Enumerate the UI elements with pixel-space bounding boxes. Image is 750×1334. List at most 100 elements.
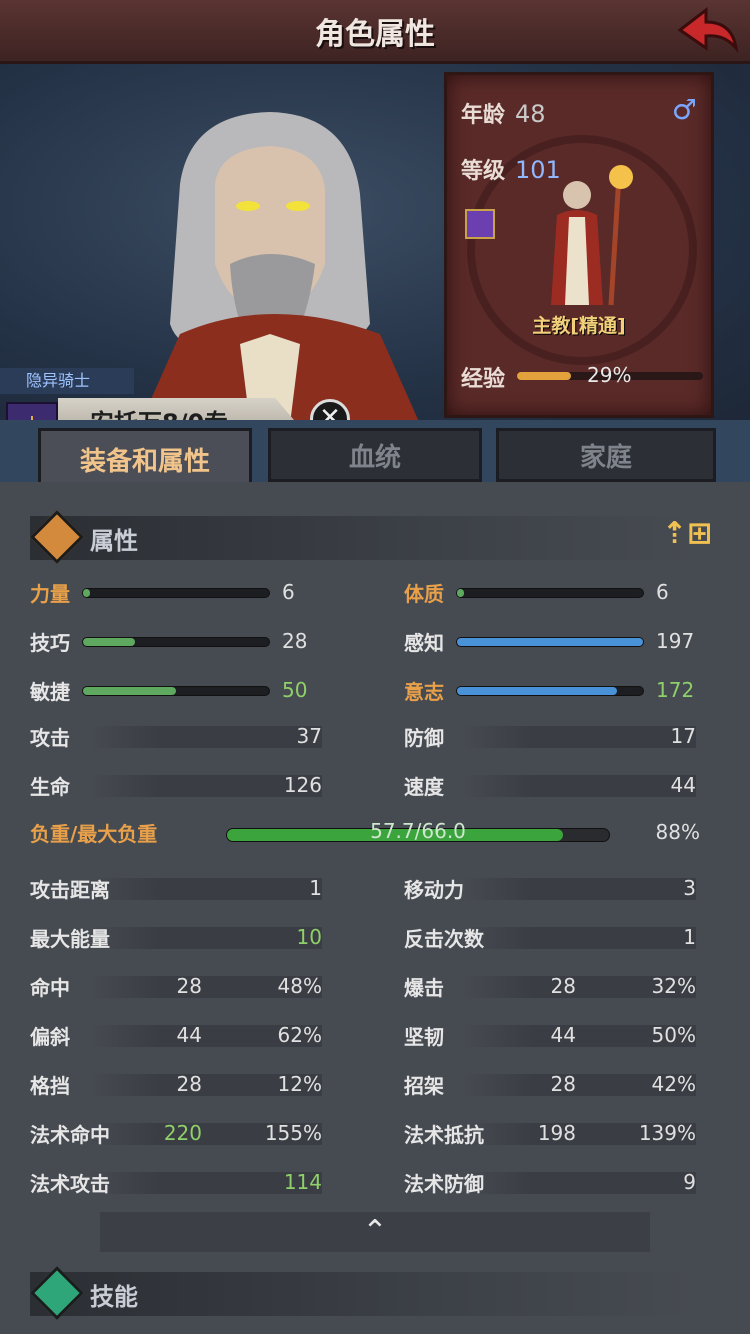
skills-title: 技能 [90, 1282, 138, 1311]
stat-value: 1 [683, 925, 696, 949]
combat-stat: 招架 28 42% [404, 1070, 696, 1100]
staff-skill-icon[interactable] [465, 209, 495, 239]
basic-stat: 生命 126 [30, 771, 322, 801]
attribute-stat: 力量 6 [30, 578, 330, 608]
stat-label: 敏捷 [30, 680, 70, 704]
stat-label: 法术命中 [30, 1123, 110, 1147]
stat-label: 法术防御 [404, 1172, 484, 1196]
stat-label: 招架 [404, 1074, 444, 1098]
attributes-header: 属性 [30, 510, 690, 564]
magic-stat: 法术攻击 114 [30, 1168, 322, 1198]
stat-value: 17 [670, 724, 696, 748]
age-label: 年龄 [461, 103, 506, 128]
secondary-stat: 反击次数 1 [404, 923, 696, 953]
attribute-stat: 意志 172 [404, 676, 704, 706]
page-title: 角色属性 [315, 16, 435, 52]
stat-bar [456, 588, 644, 598]
stat-percent: 50% [651, 1023, 696, 1047]
rank-title: 隐异骑士 [0, 368, 134, 394]
collapse-chevron-icon[interactable]: ⌃ [100, 1212, 650, 1252]
stat-value: 172 [656, 678, 695, 702]
secondary-stat: 最大能量 10 [30, 923, 322, 953]
stat-bar-fill [83, 638, 136, 646]
age-row: 年龄 48 [461, 97, 546, 129]
stat-label: 速度 [404, 775, 444, 799]
attribute-stat: 体质 6 [404, 578, 704, 608]
stat-label: 最大能量 [30, 927, 110, 951]
basic-stat: 攻击 37 [30, 722, 322, 752]
attributes-title: 属性 [90, 526, 138, 555]
stat-bar-fill [83, 687, 176, 695]
stat-bar [456, 637, 644, 647]
stat-bar-fill [457, 589, 465, 597]
stat-label: 坚韧 [404, 1025, 444, 1049]
star-icon [30, 1266, 84, 1320]
back-arrow-icon[interactable] [672, 4, 742, 58]
stat-value: 44 [550, 1023, 576, 1047]
stat-value: 44 [176, 1023, 202, 1047]
stat-bar [82, 588, 270, 598]
stat-percent: 32% [651, 974, 696, 998]
combat-stat: 格挡 28 12% [30, 1070, 322, 1100]
character-portrait [140, 112, 420, 424]
stat-value: 28 [550, 1072, 576, 1096]
level-label: 等级 [461, 159, 506, 184]
stat-bar [456, 686, 644, 696]
stat-value: 220 [163, 1121, 202, 1145]
load-value: 57.7/66.0 [370, 819, 466, 843]
upgrade-icon[interactable]: ⇡⊞ [656, 516, 718, 556]
tab-bar: 装备和属性 血统 家庭 [0, 420, 750, 488]
combat-stat: 爆击 28 32% [404, 972, 696, 1002]
stat-value: 28 [282, 629, 308, 653]
age-value: 48 [515, 100, 546, 128]
stat-bar [82, 637, 270, 647]
tab-lineage[interactable]: 血统 [268, 428, 482, 482]
stat-percent: 62% [277, 1023, 322, 1047]
character-info-card: 年龄 48 ♂ 等级 101 主教[精通] 经验 29% [444, 72, 714, 418]
stat-value: 10 [296, 925, 322, 949]
stat-label: 意志 [404, 680, 444, 704]
exp-bar-fill [517, 372, 571, 380]
combat-stat: 命中 28 48% [30, 972, 322, 1002]
stat-label: 体质 [404, 582, 444, 606]
stat-label: 法术抵抗 [404, 1123, 484, 1147]
stat-bar-fill [457, 687, 617, 695]
class-name: 主教[精通] [532, 315, 626, 337]
stat-label: 生命 [30, 775, 70, 799]
stat-label: 法术攻击 [30, 1172, 110, 1196]
combat-stat: 坚韧 44 50% [404, 1021, 696, 1051]
stat-percent: 155% [264, 1121, 322, 1145]
stat-value: 3 [683, 876, 696, 900]
stat-percent: 42% [651, 1072, 696, 1096]
stat-value: 198 [537, 1121, 576, 1145]
title-bar: 角色属性 [0, 0, 750, 64]
stat-value: 28 [176, 1072, 202, 1096]
stat-label: 攻击距离 [30, 878, 110, 902]
stat-label: 感知 [404, 631, 444, 655]
combat-stat: 法术抵抗 198 139% [404, 1119, 696, 1149]
exp-label: 经验 [461, 367, 506, 392]
stat-value: 37 [296, 724, 322, 748]
stat-percent: 48% [277, 974, 322, 998]
stat-percent: 12% [277, 1072, 322, 1096]
secondary-stat: 攻击距离 1 [30, 874, 322, 904]
tab-family[interactable]: 家庭 [496, 428, 716, 482]
stat-value: 197 [656, 629, 695, 653]
exp-percent: 29% [587, 363, 632, 387]
class-figure [551, 165, 633, 306]
secondary-stat: 移动力 3 [404, 874, 696, 904]
stat-label: 命中 [30, 976, 70, 1000]
stat-value: 9 [683, 1170, 696, 1194]
combat-stat: 偏斜 44 62% [30, 1021, 322, 1051]
stat-value: 126 [283, 773, 322, 797]
tab-equipment[interactable]: 装备和属性 [38, 428, 252, 488]
stat-bar-fill [457, 638, 643, 646]
stat-percent: 139% [638, 1121, 696, 1145]
exp-row: 经验 [461, 361, 505, 393]
attribute-stat: 感知 197 [404, 627, 704, 657]
load-percent: 88% [655, 820, 700, 844]
stat-value: 50 [282, 678, 308, 702]
attribute-stat: 技巧 28 [30, 627, 330, 657]
stat-bar-fill [83, 589, 91, 597]
stat-label: 力量 [30, 582, 70, 606]
